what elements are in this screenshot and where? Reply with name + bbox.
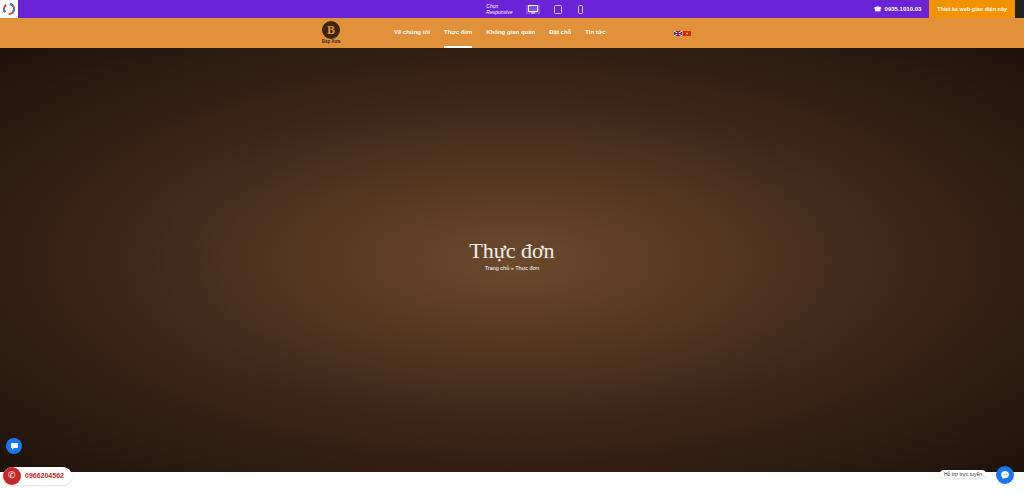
- logo[interactable]: BBếp Xưa: [318, 21, 344, 45]
- brand-logo-icon: [3, 3, 15, 15]
- uk-flag-icon[interactable]: [674, 31, 682, 36]
- messenger-icon: [1000, 470, 1010, 480]
- desktop-icon[interactable]: [528, 5, 538, 14]
- phone-icon: ☎: [874, 5, 881, 14]
- nav-item[interactable]: Không gian quán: [486, 18, 535, 48]
- header: BBếp Xưa Về chúng tôi Thực đơn Không gian q…: [0, 18, 1024, 48]
- site-logo[interactable]: [0, 0, 18, 18]
- breadcrumb[interactable]: Trang chủ » Thực đơn: [485, 264, 540, 272]
- main-nav: Về chúng tôi Thực đơn Không gian quán Đặt c…: [394, 18, 606, 48]
- hero: Thực đơnTrang chủ » Thực đơn: [0, 48, 1024, 472]
- language-switcher: [674, 31, 691, 36]
- nav-item[interactable]: Đặt chỗ: [549, 18, 571, 48]
- chat-icon: [10, 442, 19, 451]
- nav-item[interactable]: Thực đơn: [444, 18, 472, 48]
- vn-flag-icon[interactable]: [683, 31, 691, 36]
- responsive-label: Chọn Responsive: [486, 3, 514, 15]
- mobile-icon[interactable]: [578, 5, 583, 14]
- support-label[interactable]: Hỗ trợ trực tuyến: [940, 470, 986, 478]
- phone-pill[interactable]: ✆0966204562: [3, 467, 72, 485]
- device-button[interactable]: [526, 5, 540, 14]
- phone-icon: ✆: [8, 469, 16, 483]
- tablet-icon[interactable]: [554, 5, 562, 14]
- cta-button[interactable]: Thiết kế web giao diện này: [929, 0, 1015, 18]
- device-button[interactable]: [552, 5, 564, 14]
- hero-title: Thực đơn: [469, 238, 554, 264]
- page-bottom: [0, 472, 1024, 494]
- chat-button[interactable]: [6, 438, 22, 454]
- device-button[interactable]: [576, 5, 585, 14]
- messenger-button[interactable]: [996, 466, 1014, 484]
- nav-item[interactable]: Tin tức: [585, 18, 605, 48]
- nav-item[interactable]: Về chúng tôi: [394, 18, 430, 48]
- top-bar: Chọn Responsive ☎0935.1010.03Thiết kế web…: [0, 0, 1024, 18]
- page: Chọn Responsive ☎0935.1010.03Thiết kế web…: [0, 0, 1024, 494]
- top-bar-end: [1015, 0, 1024, 18]
- hotline[interactable]: ☎0935.1010.03: [874, 5, 930, 14]
